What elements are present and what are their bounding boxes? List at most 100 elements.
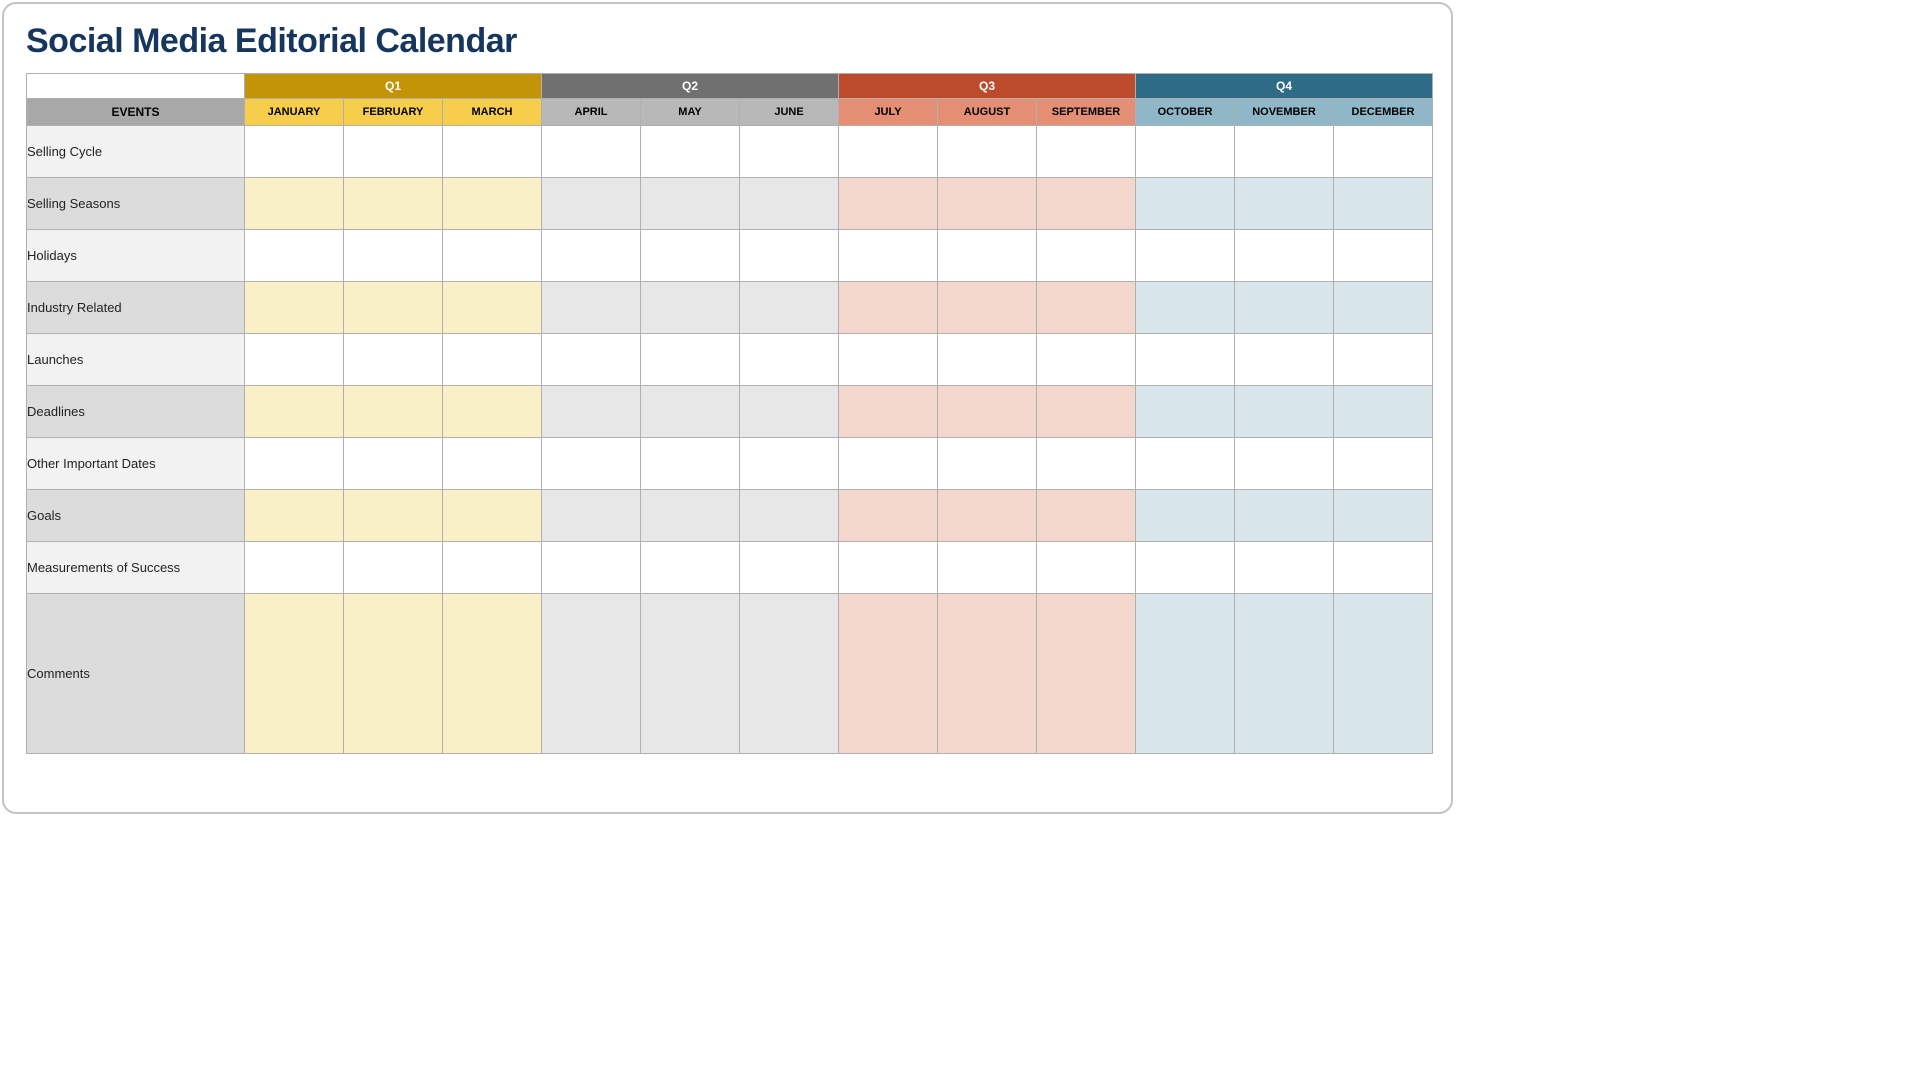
calendar-cell[interactable]: [641, 542, 740, 594]
calendar-cell[interactable]: [344, 126, 443, 178]
calendar-cell[interactable]: [443, 178, 542, 230]
calendar-cell[interactable]: [1037, 438, 1136, 490]
calendar-cell[interactable]: [245, 490, 344, 542]
calendar-cell[interactable]: [1235, 230, 1334, 282]
calendar-cell[interactable]: [245, 178, 344, 230]
calendar-cell[interactable]: [938, 126, 1037, 178]
calendar-cell[interactable]: [1037, 542, 1136, 594]
calendar-cell[interactable]: [245, 594, 344, 754]
calendar-cell[interactable]: [1235, 126, 1334, 178]
calendar-cell[interactable]: [245, 542, 344, 594]
calendar-cell[interactable]: [1334, 438, 1433, 490]
calendar-cell[interactable]: [938, 178, 1037, 230]
calendar-cell[interactable]: [1235, 386, 1334, 438]
calendar-cell[interactable]: [839, 178, 938, 230]
calendar-cell[interactable]: [443, 126, 542, 178]
calendar-cell[interactable]: [1334, 594, 1433, 754]
calendar-cell[interactable]: [245, 386, 344, 438]
calendar-cell[interactable]: [740, 386, 839, 438]
calendar-cell[interactable]: [344, 178, 443, 230]
calendar-cell[interactable]: [740, 334, 839, 386]
calendar-cell[interactable]: [938, 594, 1037, 754]
calendar-cell[interactable]: [542, 334, 641, 386]
calendar-cell[interactable]: [938, 334, 1037, 386]
calendar-cell[interactable]: [245, 438, 344, 490]
calendar-cell[interactable]: [1037, 178, 1136, 230]
calendar-cell[interactable]: [443, 230, 542, 282]
calendar-cell[interactable]: [641, 490, 740, 542]
calendar-cell[interactable]: [1334, 282, 1433, 334]
calendar-cell[interactable]: [542, 490, 641, 542]
calendar-cell[interactable]: [1037, 386, 1136, 438]
calendar-cell[interactable]: [443, 334, 542, 386]
calendar-cell[interactable]: [1136, 386, 1235, 438]
calendar-cell[interactable]: [1235, 542, 1334, 594]
calendar-cell[interactable]: [1334, 386, 1433, 438]
calendar-cell[interactable]: [839, 542, 938, 594]
calendar-cell[interactable]: [1235, 438, 1334, 490]
calendar-cell[interactable]: [641, 282, 740, 334]
calendar-cell[interactable]: [443, 282, 542, 334]
calendar-cell[interactable]: [245, 230, 344, 282]
calendar-cell[interactable]: [938, 490, 1037, 542]
calendar-cell[interactable]: [839, 386, 938, 438]
calendar-cell[interactable]: [542, 594, 641, 754]
calendar-cell[interactable]: [938, 230, 1037, 282]
calendar-cell[interactable]: [542, 542, 641, 594]
calendar-cell[interactable]: [1037, 282, 1136, 334]
calendar-cell[interactable]: [542, 126, 641, 178]
calendar-cell[interactable]: [245, 282, 344, 334]
calendar-cell[interactable]: [1235, 178, 1334, 230]
calendar-cell[interactable]: [641, 386, 740, 438]
calendar-cell[interactable]: [344, 386, 443, 438]
calendar-cell[interactable]: [1334, 542, 1433, 594]
calendar-cell[interactable]: [1136, 594, 1235, 754]
calendar-cell[interactable]: [740, 126, 839, 178]
calendar-cell[interactable]: [1136, 178, 1235, 230]
calendar-cell[interactable]: [1334, 490, 1433, 542]
calendar-cell[interactable]: [542, 386, 641, 438]
calendar-cell[interactable]: [740, 282, 839, 334]
calendar-cell[interactable]: [839, 282, 938, 334]
calendar-cell[interactable]: [641, 438, 740, 490]
calendar-cell[interactable]: [641, 594, 740, 754]
calendar-cell[interactable]: [542, 282, 641, 334]
calendar-cell[interactable]: [641, 230, 740, 282]
calendar-cell[interactable]: [344, 594, 443, 754]
calendar-cell[interactable]: [245, 126, 344, 178]
calendar-cell[interactable]: [641, 126, 740, 178]
calendar-cell[interactable]: [1037, 334, 1136, 386]
calendar-cell[interactable]: [245, 334, 344, 386]
calendar-cell[interactable]: [740, 542, 839, 594]
calendar-cell[interactable]: [1136, 230, 1235, 282]
calendar-cell[interactable]: [344, 438, 443, 490]
calendar-cell[interactable]: [740, 594, 839, 754]
calendar-cell[interactable]: [938, 386, 1037, 438]
calendar-cell[interactable]: [344, 282, 443, 334]
calendar-cell[interactable]: [1136, 334, 1235, 386]
calendar-cell[interactable]: [1235, 282, 1334, 334]
calendar-cell[interactable]: [1037, 594, 1136, 754]
calendar-cell[interactable]: [1136, 126, 1235, 178]
calendar-cell[interactable]: [344, 490, 443, 542]
calendar-cell[interactable]: [1136, 282, 1235, 334]
calendar-cell[interactable]: [1136, 438, 1235, 490]
calendar-cell[interactable]: [542, 178, 641, 230]
calendar-cell[interactable]: [1334, 178, 1433, 230]
calendar-cell[interactable]: [740, 438, 839, 490]
calendar-cell[interactable]: [938, 542, 1037, 594]
calendar-cell[interactable]: [839, 334, 938, 386]
calendar-cell[interactable]: [1037, 230, 1136, 282]
calendar-cell[interactable]: [740, 230, 839, 282]
calendar-cell[interactable]: [443, 594, 542, 754]
calendar-cell[interactable]: [839, 594, 938, 754]
calendar-cell[interactable]: [344, 230, 443, 282]
calendar-cell[interactable]: [839, 490, 938, 542]
calendar-cell[interactable]: [1037, 490, 1136, 542]
calendar-cell[interactable]: [839, 438, 938, 490]
calendar-cell[interactable]: [1334, 230, 1433, 282]
calendar-cell[interactable]: [344, 334, 443, 386]
calendar-cell[interactable]: [1235, 334, 1334, 386]
calendar-cell[interactable]: [740, 490, 839, 542]
calendar-cell[interactable]: [740, 178, 839, 230]
